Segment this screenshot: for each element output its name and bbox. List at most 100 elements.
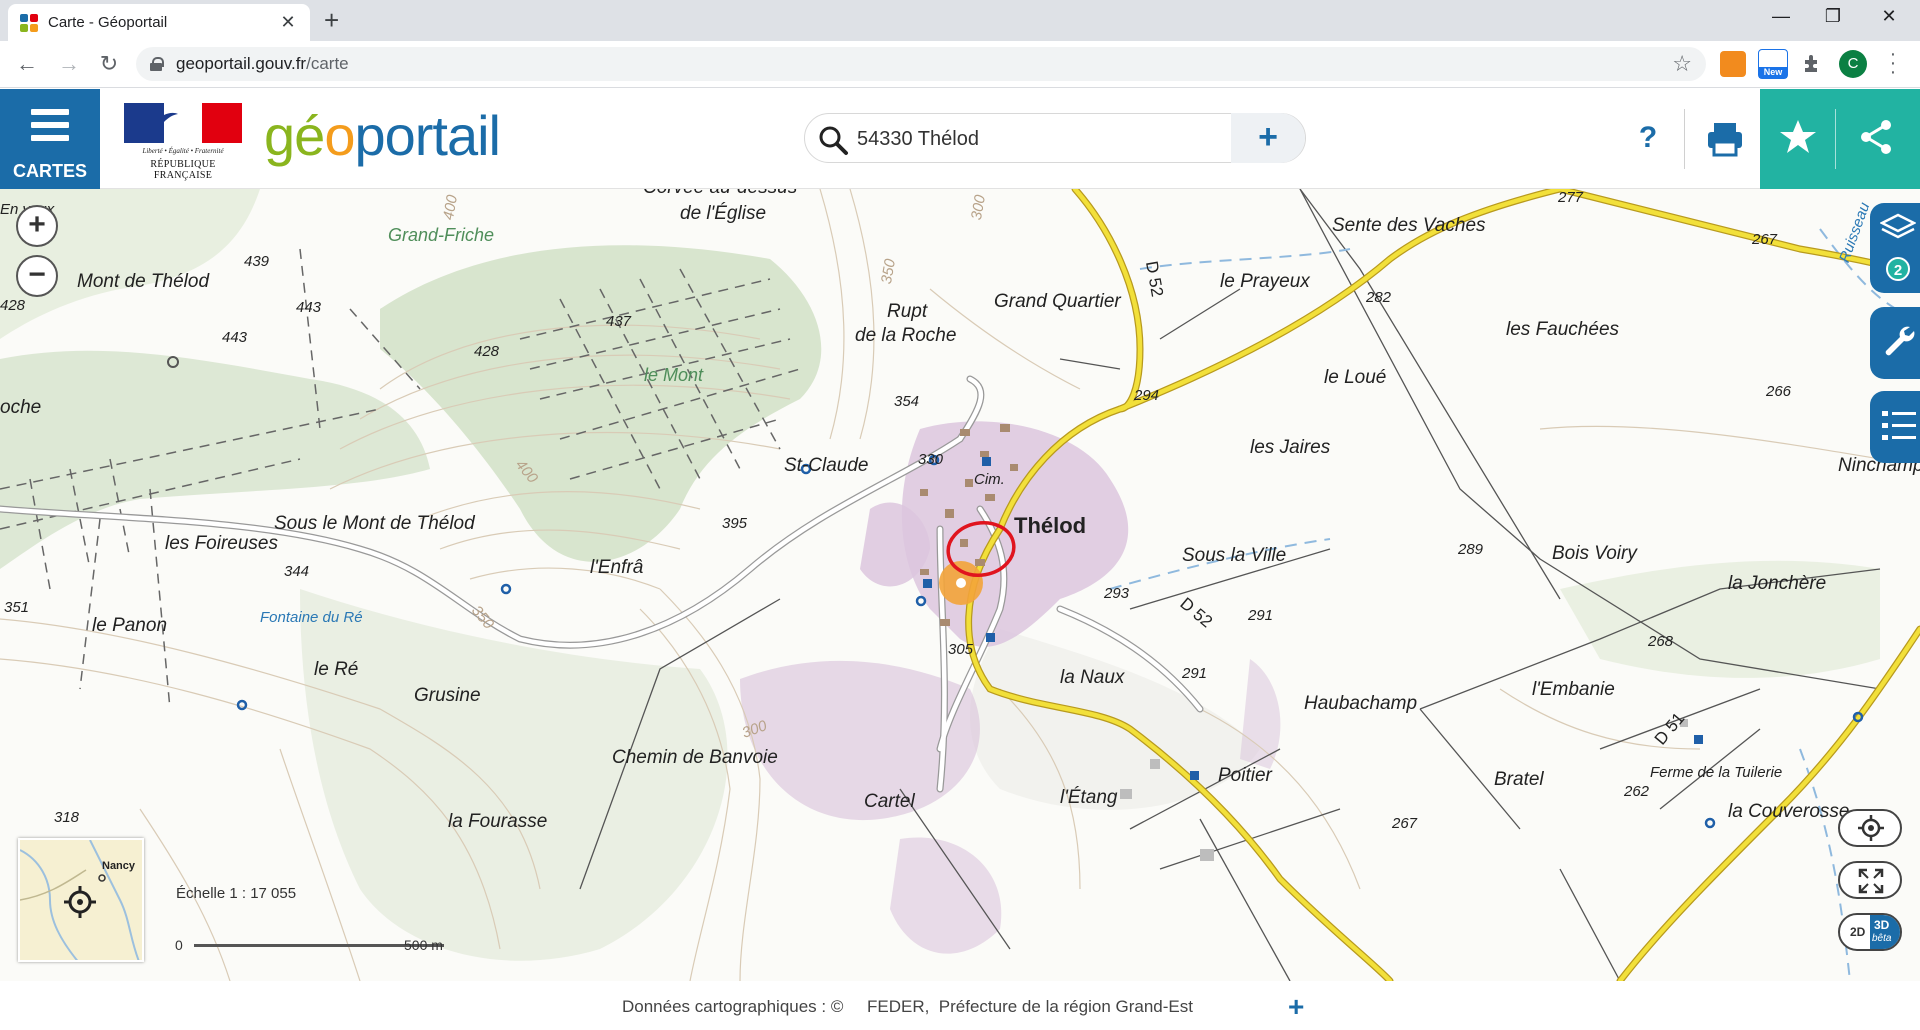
map-canvas (0, 189, 1920, 981)
elevation-label: 291 (1248, 607, 1274, 624)
extension-bag-icon[interactable] (1720, 51, 1746, 77)
share-icon[interactable] (1856, 117, 1896, 157)
map-label: Grand-Friche (388, 225, 495, 245)
search-input[interactable] (857, 122, 1197, 156)
elevation-label: 266 (1766, 383, 1792, 400)
layers-count-badge: 2 (1886, 257, 1910, 281)
map-label: le Prayeux (1220, 271, 1310, 292)
map-label: Chemin de Banvoie (612, 747, 778, 768)
elevation-label: 428 (0, 297, 26, 314)
address-bar[interactable]: geoportail.gouv.fr/carte ☆ (136, 47, 1706, 81)
help-button[interactable]: ? (1628, 113, 1668, 163)
map-label: l'Étang (1060, 787, 1118, 808)
elevation-label: 291 (1182, 665, 1208, 682)
map-label: le Mont (644, 365, 704, 385)
map-label: Fontaine du Ré (260, 609, 363, 626)
print-icon[interactable] (1702, 113, 1748, 163)
elevation-label: 354 (894, 393, 920, 410)
minimap-canvas (20, 840, 140, 960)
tab-close-icon[interactable]: ✕ (278, 12, 298, 33)
map-label: Mont de Thélod (77, 271, 210, 292)
elevation-label: 439 (244, 253, 270, 270)
search-icon[interactable] (817, 124, 849, 156)
attribution-expand-button[interactable]: + (1288, 991, 1304, 1023)
view-2d-3d-toggle[interactable]: 2D 3D bêta (1838, 913, 1902, 951)
tools-tab[interactable] (1870, 307, 1920, 379)
elevation-label: 351 (4, 599, 30, 616)
republique-francaise-logo[interactable]: Liberté • Égalité • Fraternité RÉPUBLIQU… (124, 103, 242, 181)
browser-menu-icon[interactable]: · · · (1888, 44, 1898, 82)
map-label-thelod: Thélod (1014, 513, 1087, 538)
map-label: Poitier (1218, 765, 1272, 786)
elevation-label: 262 (1624, 783, 1650, 800)
list-icon (1882, 411, 1916, 440)
profile-avatar[interactable]: C (1839, 50, 1867, 78)
btn-3d: 3D (1874, 918, 1890, 932)
search-box: + (804, 113, 1306, 163)
back-icon[interactable]: ← (13, 51, 41, 77)
map-label: Bois Voiry (1552, 543, 1637, 564)
new-tab-icon[interactable]: + (324, 7, 339, 33)
map-label: oche (0, 397, 42, 418)
logo-part-g: g (264, 104, 295, 167)
map-label: Haubachamp (1304, 693, 1418, 714)
window-close-icon[interactable]: ✕ (1874, 6, 1904, 27)
elevation-label: 318 (54, 809, 80, 826)
map-label: la Couverosse (1728, 801, 1850, 822)
map-label: l'Embanie (1532, 679, 1615, 700)
scale-label: Échelle 1 : 17 055 (176, 885, 297, 902)
legend-tab[interactable] (1870, 391, 1920, 463)
elevation-label: 289 (1458, 541, 1484, 558)
elevation-label: 282 (1366, 289, 1392, 306)
map-label: Grand Quartier (994, 291, 1121, 312)
zoom-in-button[interactable]: + (16, 205, 58, 247)
bookmark-star-icon[interactable]: ☆ (1672, 51, 1692, 77)
marianne-flag-icon (124, 103, 242, 143)
elevation-label: 267 (1752, 231, 1778, 248)
rf-motto: Liberté • Égalité • Fraternité (142, 147, 224, 155)
btn-3d-panel[interactable]: 3D bêta (1870, 915, 1900, 949)
url-host: geoportail.gouv.fr (176, 54, 307, 73)
layers-tab[interactable]: 2 (1870, 203, 1920, 293)
geolocate-button[interactable] (1838, 809, 1902, 847)
fav-share-divider (1835, 109, 1836, 169)
minimize-icon[interactable]: — (1766, 6, 1796, 27)
minimap-city-label: Nancy (102, 860, 136, 872)
favorite-star-icon[interactable] (1778, 117, 1818, 157)
logo-part-portail: portail (354, 104, 501, 167)
logo-part-o: o (324, 104, 355, 167)
wrench-icon (1885, 326, 1915, 356)
zoom-out-button[interactable]: − (16, 255, 58, 297)
map-label: St-Claude (784, 455, 869, 476)
extensions-puzzle-icon[interactable] (1800, 52, 1824, 76)
map-label: la Naux (1060, 667, 1125, 688)
elevation-label: 443 (296, 299, 322, 316)
search-advanced-button[interactable]: + (1231, 113, 1305, 163)
map-label: le Panon (92, 615, 168, 636)
overview-minimap[interactable]: Nancy (18, 838, 144, 962)
reload-icon[interactable]: ↻ (95, 51, 123, 77)
geoportail-favicon-icon (20, 13, 38, 32)
favorites-share-panel (1760, 89, 1920, 189)
elevation-label: 268 (1648, 633, 1674, 650)
map-label: les Foireuses (165, 533, 278, 554)
elevation-label: 267 (1392, 815, 1418, 832)
map-label: Rupt (887, 301, 928, 322)
cartes-menu-button[interactable]: CARTES (0, 89, 100, 189)
map-viewport[interactable]: Corvée au-dessus de l'Église Grand-Frich… (0, 189, 1920, 981)
map-label: la Fourasse (448, 811, 548, 832)
extension-new-icon[interactable]: New (1758, 49, 1788, 79)
maximize-icon[interactable]: ❐ (1818, 6, 1848, 27)
geoportail-logo[interactable]: géoportail (264, 101, 501, 171)
map-label: l'Enfrâ (590, 557, 644, 578)
browser-tab[interactable]: Carte - Géoportail ✕ (8, 4, 310, 41)
hamburger-icon (31, 109, 69, 141)
attribution-footer: Données cartographiques : © FEDER, Préfe… (0, 981, 1920, 1030)
fullscreen-button[interactable] (1838, 861, 1902, 899)
layers-icon (1880, 213, 1916, 239)
geoportail-header: CARTES Liberté • Égalité • Fraternité RÉ… (0, 89, 1920, 189)
map-label: le Loué (1324, 367, 1387, 388)
btn-2d[interactable]: 2D (1850, 925, 1865, 939)
forward-icon[interactable]: → (55, 51, 83, 77)
new-badge: New (1759, 67, 1787, 78)
